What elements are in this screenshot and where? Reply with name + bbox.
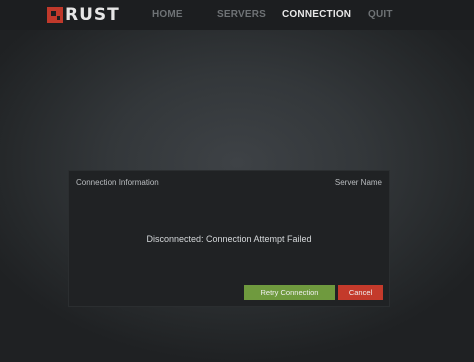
top-nav-bar: RUST HOME SERVERS CONNECTION QUIT: [0, 0, 474, 30]
server-name-label: Server Name: [334, 178, 382, 187]
retry-connection-button[interactable]: Retry Connection: [244, 285, 335, 300]
connection-dialog: Connection Information Server Name Disco…: [68, 170, 390, 307]
cancel-button[interactable]: Cancel: [338, 285, 383, 300]
nav-connection[interactable]: CONNECTION: [282, 9, 351, 20]
dialog-title: Connection Information: [76, 178, 159, 187]
nav-quit[interactable]: QUIT: [368, 9, 393, 20]
rust-logo-icon: [47, 7, 63, 23]
nav-home[interactable]: HOME: [152, 9, 183, 20]
logo-text: RUST: [65, 5, 120, 25]
connection-status-message: Disconnected: Connection Attempt Failed: [146, 234, 312, 244]
rust-logo: RUST: [47, 5, 120, 25]
nav-servers[interactable]: SERVERS: [217, 9, 266, 20]
